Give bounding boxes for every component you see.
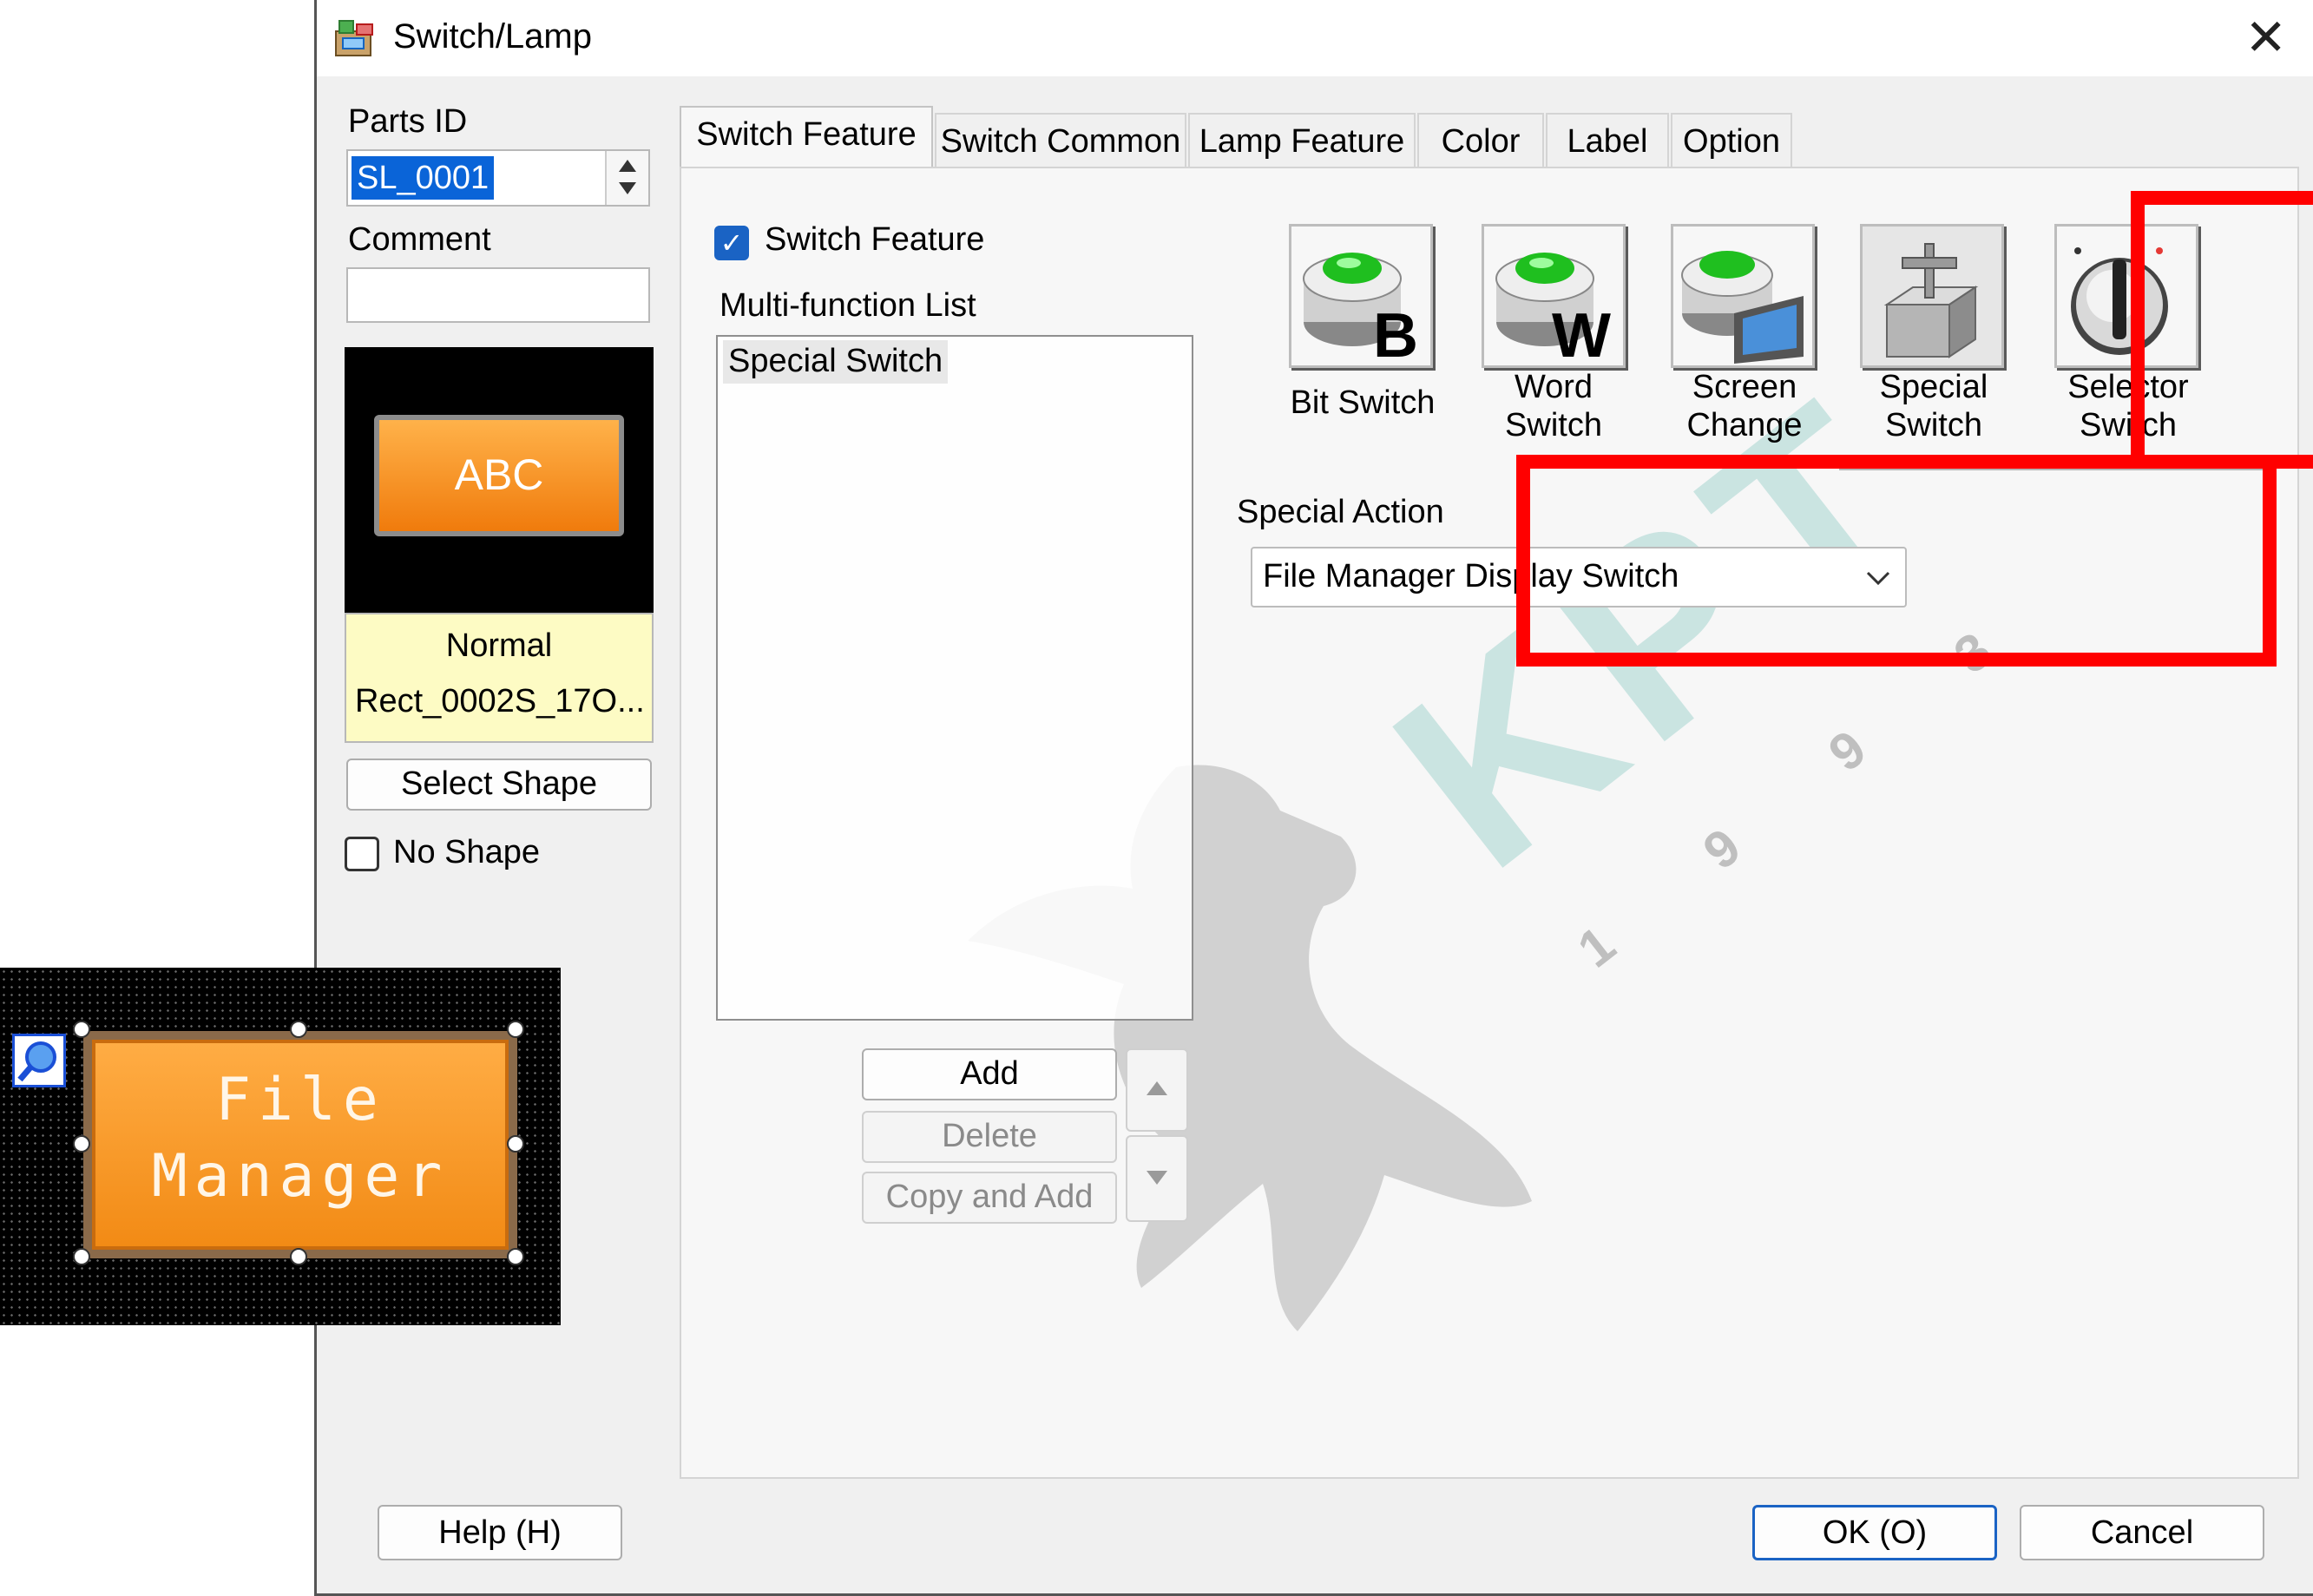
select-shape-button[interactable]: Select Shape	[346, 759, 652, 811]
switch-lamp-dialog: Switch/Lamp ✕ Parts ID SL_0001 Comment A…	[314, 0, 2313, 1596]
bit-switch-icon: B	[1303, 253, 1418, 371]
svg-text:W: W	[1552, 301, 1611, 365]
list-item[interactable]: Special Switch	[723, 340, 949, 384]
tab-switch-feature[interactable]: Switch Feature	[680, 106, 933, 168]
switch-feature-panel: KPT 1993 ✓ Switch Feature Multi-function…	[680, 167, 2313, 1479]
word-switch-icon: W	[1495, 253, 1611, 371]
copy-and-add-button[interactable]: Copy and Add	[862, 1172, 1117, 1224]
close-icon[interactable]: ✕	[2244, 9, 2287, 68]
spin-arrows-icon	[619, 160, 636, 194]
special-switch-icon	[1883, 243, 1979, 358]
preview-button: ABC	[374, 415, 624, 536]
magnifier-icon	[17, 1041, 56, 1082]
switch-feature-checkbox[interactable]: ✓	[714, 226, 749, 260]
resize-handle[interactable]	[73, 1135, 90, 1153]
ok-button[interactable]: OK (O)	[1752, 1505, 1997, 1560]
comment-input[interactable]	[346, 267, 650, 323]
title-bar[interactable]: Switch/Lamp ✕	[317, 0, 2313, 76]
svg-text:B: B	[1373, 301, 1418, 365]
special-switch-tile[interactable]	[1860, 224, 2004, 368]
switch-feature-label: Switch Feature	[765, 221, 985, 258]
highlight-special-action	[1516, 455, 2277, 667]
tab-option[interactable]: Option	[1671, 113, 1792, 167]
resize-handle[interactable]	[73, 1021, 90, 1038]
shape-info: Normal Rect_0002S_17O...	[345, 613, 654, 743]
no-shape-checkbox[interactable]	[345, 837, 379, 871]
window-title: Switch/Lamp	[393, 17, 592, 56]
help-button[interactable]: Help (H)	[378, 1505, 622, 1560]
move-down-button[interactable]	[1126, 1135, 1188, 1222]
comment-label: Comment	[348, 221, 491, 258]
no-shape-label: No Shape	[393, 834, 541, 870]
cancel-button[interactable]: Cancel	[2020, 1505, 2264, 1560]
add-button[interactable]: Add	[862, 1048, 1117, 1100]
tab-color[interactable]: Color	[1417, 113, 1544, 167]
resize-handle[interactable]	[73, 1248, 90, 1265]
preview-shape-name: Rect_0002S_17O...	[355, 683, 645, 719]
parts-id-input[interactable]: SL_0001	[346, 149, 650, 207]
app-icon	[335, 20, 373, 56]
parts-id-spinner[interactable]	[605, 151, 648, 205]
move-up-button[interactable]	[1126, 1048, 1188, 1132]
shape-preview: ABC	[345, 347, 654, 613]
screen-change-tile[interactable]	[1671, 224, 1815, 368]
screen-change-icon	[1681, 251, 1804, 364]
tab-label[interactable]: Label	[1546, 113, 1669, 167]
resize-handle[interactable]	[507, 1135, 524, 1153]
tab-lamp-feature[interactable]: Lamp Feature	[1188, 113, 1416, 167]
parts-id-label: Parts ID	[348, 103, 468, 140]
multi-function-list-label: Multi-function List	[720, 287, 976, 324]
arrow-down-icon	[1147, 1171, 1167, 1185]
file-manager-part[interactable]: File Manager	[73, 1021, 524, 1265]
zoom-handle[interactable]	[12, 1034, 66, 1087]
arrow-up-icon	[1147, 1081, 1167, 1095]
bit-switch-tile[interactable]: B	[1289, 224, 1433, 371]
resize-handle[interactable]	[507, 1248, 524, 1265]
screen-canvas: File Manager	[0, 968, 561, 1325]
special-action-label: Special Action	[1237, 494, 1444, 530]
resize-handle[interactable]	[290, 1021, 307, 1038]
preview-state: Normal	[445, 627, 553, 664]
resize-handle[interactable]	[290, 1248, 307, 1265]
tab-switch-common[interactable]: Switch Common	[935, 113, 1186, 167]
parts-id-value: SL_0001	[352, 156, 495, 200]
resize-handle[interactable]	[507, 1021, 524, 1038]
highlight-special-switch	[2131, 191, 2313, 469]
file-manager-caption: File Manager	[151, 1066, 450, 1211]
delete-button[interactable]: Delete	[862, 1111, 1117, 1163]
word-switch-tile[interactable]: W	[1482, 224, 1626, 371]
multi-function-list[interactable]: Special Switch	[716, 335, 1193, 1021]
